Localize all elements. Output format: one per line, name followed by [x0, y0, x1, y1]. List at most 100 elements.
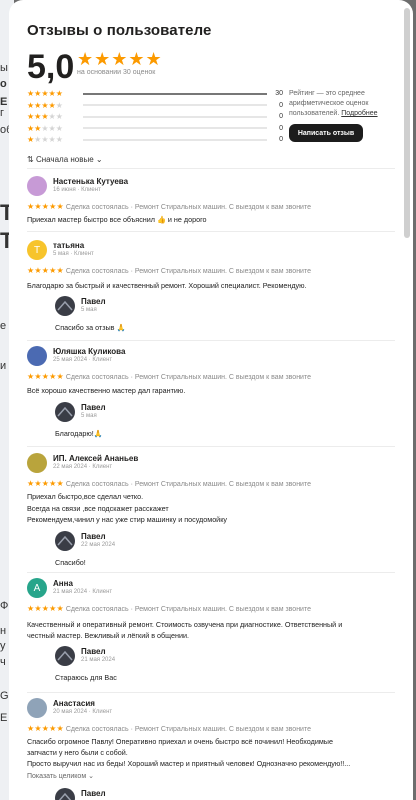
reply-author: Павел: [81, 789, 106, 798]
reply-text: Благодарю!🙏: [55, 429, 103, 438]
avatar[interactable]: [27, 453, 47, 473]
rating-note: Рейтинг — это среднее арифметическое оце…: [289, 89, 389, 119]
distribution-fill: [83, 92, 267, 95]
distribution-bar: [83, 138, 267, 141]
write-review-button[interactable]: Написать отзыв: [289, 124, 363, 142]
rating-distribution: ★★★★★ 30 ★★★★★ 0 ★★★★★ 0 ★★★★★ 0 ★★★★★ 0: [27, 88, 283, 146]
distribution-bar: [83, 104, 267, 107]
reviewer-name[interactable]: ИП. Алексей Ананьев: [53, 454, 138, 463]
distribution-row: ★★★★★ 0: [27, 100, 283, 112]
review-text: Рекомендуем,чинил у нас уже стир машинку…: [27, 515, 228, 524]
review-stars: ★★★★★: [27, 202, 64, 211]
bg-text: Ф: [0, 600, 9, 612]
show-more-link[interactable]: Показать целиком ⌄: [27, 772, 94, 780]
review-text: Приехал быстро,все сделал четко.: [27, 492, 144, 501]
reply-author: Павел: [81, 403, 106, 412]
review-stars: ★★★★★: [27, 266, 64, 275]
review-stars: ★★★★★: [27, 479, 64, 488]
distribution-row: ★★★★★ 0: [27, 123, 283, 135]
review-meta: 20 мая 2024 · Клиент: [53, 709, 113, 715]
reply-text: Спасибо за отзыв 🙏: [55, 323, 126, 332]
distribution-stars: ★★★★★: [27, 100, 63, 110]
review-stars: ★★★★★: [27, 724, 64, 733]
avatar[interactable]: [55, 788, 75, 800]
scrollbar[interactable]: [404, 8, 410, 238]
review-rating: ★★★★★ Сделка состоялась · Ремонт Стираль…: [27, 202, 311, 211]
distribution-bar: [83, 127, 267, 130]
distribution-count: 30: [275, 90, 283, 98]
review-meta: 25 мая 2024 · Клиент: [53, 357, 113, 363]
review-meta: 21 мая 2024 · Клиент: [53, 589, 113, 595]
divider: [27, 340, 395, 341]
reply-author: Павел: [81, 297, 106, 306]
distribution-bar: [83, 92, 267, 95]
review-text: Спасибо огромное Павлу! Оперативно приех…: [27, 737, 333, 746]
review-rating: ★★★★★ Сделка состоялась · Ремонт Стираль…: [27, 372, 311, 381]
reviewer-name[interactable]: Юляшка Куликова: [53, 347, 125, 356]
review-rating: ★★★★★ Сделка состоялась · Ремонт Стираль…: [27, 479, 311, 488]
ratings-count: на основании 30 оценок: [77, 69, 156, 76]
review-text: честный мастер. Вежливый и лёгкий в обще…: [27, 631, 189, 640]
reviewer-name[interactable]: татьяна: [53, 241, 84, 250]
bg-text: G: [0, 690, 9, 702]
avatar[interactable]: [55, 402, 75, 422]
bg-text: г: [0, 107, 5, 119]
divider: [27, 572, 395, 573]
sort-icon: ⇅: [27, 155, 34, 164]
deal-status: Сделка состоялась · Ремонт Стиральных ма…: [65, 606, 311, 613]
reviewer-name[interactable]: Настенька Кутуева: [53, 177, 128, 186]
deal-status: Сделка состоялась · Ремонт Стиральных ма…: [65, 374, 311, 381]
distribution-stars: ★★★★★: [27, 123, 63, 133]
reviewer-name[interactable]: Анастасия: [53, 699, 95, 708]
more-link[interactable]: Подробнее: [341, 110, 377, 117]
review-meta: 5 мая · Клиент: [53, 251, 94, 257]
distribution-row: ★★★★★ 0: [27, 111, 283, 123]
bg-text: у: [0, 640, 6, 652]
bg-text: н: [0, 625, 7, 637]
avatar[interactable]: [55, 531, 75, 551]
divider: [27, 692, 395, 693]
deal-status: Сделка состоялась · Ремонт Стиральных ма…: [65, 268, 311, 275]
distribution-bar: [83, 115, 267, 118]
reply-author: Павел: [81, 647, 106, 656]
reply-date: 5 мая: [81, 307, 97, 313]
review-text: Всегда на связи ,все подскажет расскажет: [27, 504, 169, 513]
average-stars: ★★★★★: [77, 49, 163, 69]
reviewer-name[interactable]: Анна: [53, 579, 73, 588]
average-rating: 5,0: [27, 48, 75, 86]
avatar[interactable]: [27, 346, 47, 366]
review-meta: 16 июня · Клиент: [53, 187, 101, 193]
distribution-row: ★★★★★ 30: [27, 88, 283, 100]
divider: [27, 446, 395, 447]
reply-date: 21 мая 2024: [81, 657, 116, 663]
review-text: Просто выручил нас из беды! Хороший маст…: [27, 759, 351, 768]
review-stars: ★★★★★: [27, 372, 64, 381]
sort-label: Сначала новые: [35, 155, 94, 164]
avatar[interactable]: [27, 176, 47, 196]
reviews-modal: Отзывы о пользователе 5,0 ★★★★★ на основ…: [9, 0, 413, 800]
avatar[interactable]: [27, 698, 47, 718]
reply-date: 22 мая 2024: [81, 542, 116, 548]
distribution-stars: ★★★★★: [27, 135, 63, 145]
review-rating: ★★★★★ Сделка состоялась · Ремонт Стираль…: [27, 266, 311, 275]
review-stars: ★★★★★: [27, 604, 64, 613]
bg-text: о: [0, 78, 7, 90]
reply-text: Стараюсь для Вас: [55, 673, 117, 682]
chevron-down-icon: ⌄: [95, 155, 103, 164]
distribution-stars: ★★★★★: [27, 89, 63, 99]
deal-status: Сделка состоялась · Ремонт Стиральных ма…: [65, 726, 311, 733]
avatar[interactable]: [55, 646, 75, 666]
review-text: Всё хорошо качественно мастер дал гарант…: [27, 386, 186, 395]
bg-text: ы: [0, 62, 8, 74]
bg-text: и: [0, 360, 7, 372]
avatar[interactable]: Т: [27, 240, 47, 260]
review-text: Приехал мастер быстро все объяснил 👍 и н…: [27, 215, 207, 224]
show-more-label: Показать целиком: [27, 773, 87, 780]
distribution-count: 0: [279, 113, 283, 121]
distribution-count: 0: [279, 124, 283, 132]
review-text: Качественный и оперативный ремонт. Стоим…: [27, 620, 343, 629]
avatar[interactable]: [55, 296, 75, 316]
review-text: запчасти у него были с собой.: [27, 748, 128, 757]
sort-dropdown[interactable]: ⇅ Сначала новые ⌄: [27, 155, 103, 164]
avatar[interactable]: А: [27, 578, 47, 598]
